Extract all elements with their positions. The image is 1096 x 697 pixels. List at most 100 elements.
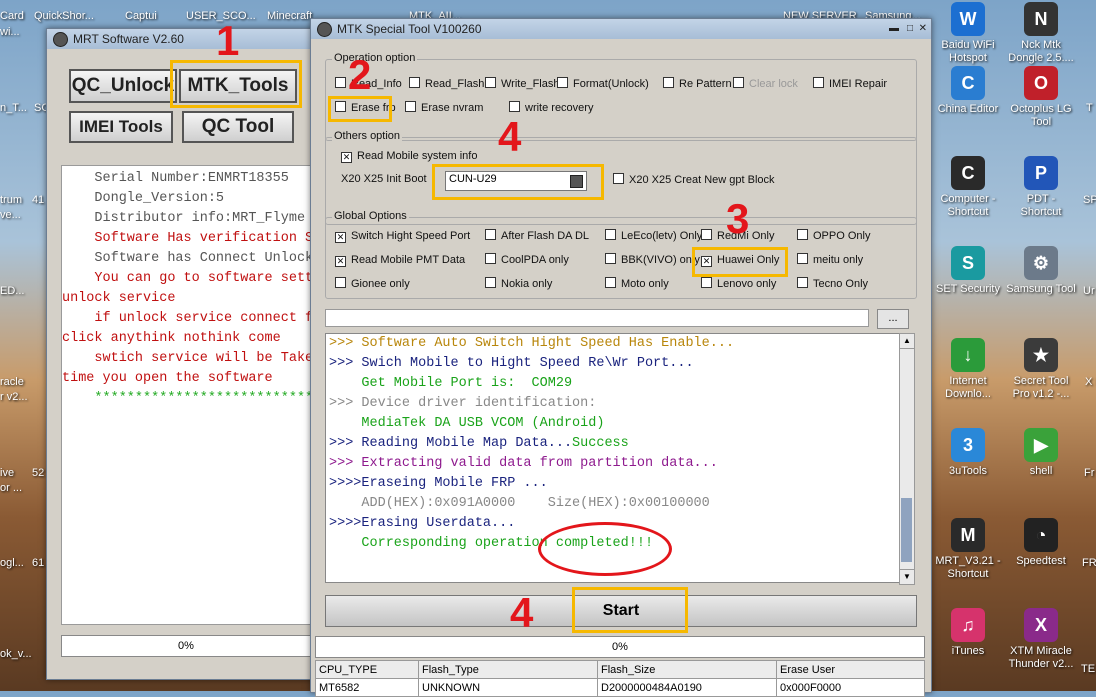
gpt-block-label: X20 X25 Creat New gpt Block <box>629 174 775 186</box>
desktop-icon[interactable]: O Octoplus LG Tool <box>1005 66 1077 129</box>
desktop-icon-label[interactable]: Card <box>0 10 24 22</box>
global-option-checkbox[interactable]: ✕ Switch Hight Speed Port <box>335 229 470 243</box>
global-option-checkbox[interactable]: Tecno Only <box>797 277 868 291</box>
browse-button[interactable]: ... <box>877 309 909 329</box>
global-option-checkbox[interactable]: Gionee only <box>335 277 410 291</box>
global-option-checkbox[interactable]: After Flash DA DL <box>485 229 589 243</box>
checkbox-icon <box>485 229 496 240</box>
desktop-icon-label[interactable]: r v2... <box>0 391 28 403</box>
table-cell: MT6582 <box>315 678 419 697</box>
minimize-icon[interactable]: ▬ <box>889 19 899 39</box>
desktop-icon[interactable]: P PDT - Shortcut <box>1005 156 1077 219</box>
qc-tool-button[interactable]: QC Tool <box>182 111 294 143</box>
operation-option-checkbox[interactable]: Read_Flash <box>409 77 484 91</box>
table-header: CPU_TYPE <box>315 660 419 679</box>
desktop-icon-label: Secret Tool Pro v1.2 -... <box>1012 375 1070 400</box>
info-line: You can go to software sett <box>62 271 314 286</box>
desktop-icon-label[interactable]: 52 <box>32 467 44 479</box>
checkbox-icon <box>485 277 496 288</box>
gpt-block-checkbox[interactable]: X20 X25 Creat New gpt Block <box>613 173 775 187</box>
operation-option-checkbox[interactable]: Re Pattern lo <box>663 77 743 91</box>
desktop-icon[interactable]: N Nck Mtk Dongle 2.5.... <box>1005 2 1077 65</box>
desktop-icon-label: SET Security <box>936 283 1000 295</box>
scroll-up-icon[interactable]: ▲ <box>900 334 914 349</box>
desktop-icon-label[interactable]: ok_v... <box>0 648 32 660</box>
operation-option-checkbox[interactable]: Format(Unlock) <box>557 77 649 91</box>
desktop-icon[interactable]: ↓ Internet Downlo... <box>932 338 1004 401</box>
operation-group: Operation option <box>325 52 917 141</box>
desktop-icon-label[interactable]: trum <box>0 194 22 206</box>
desktop-icon-label[interactable]: ogl... <box>0 557 24 569</box>
desktop-icon[interactable]: ⚙ Samsung Tool <box>1005 246 1077 296</box>
global-option-checkbox[interactable]: OPPO Only <box>797 229 870 243</box>
log-text: ADD(HEX):0x091A0000 Size(HEX):0x00100000 <box>329 496 710 511</box>
operation-option-checkbox[interactable]: Write_Flash <box>485 77 559 91</box>
log-scrollbar[interactable]: ▲ ▼ <box>899 333 915 585</box>
maximize-icon[interactable]: □ <box>907 19 913 39</box>
scroll-down-icon[interactable]: ▼ <box>900 569 914 584</box>
checkbox-icon: ✕ <box>335 256 346 267</box>
desktop-icon-label[interactable]: Minecraft <box>267 10 312 22</box>
operation-option-checkbox[interactable]: Erase nvram <box>405 101 483 115</box>
desktop-icon-label[interactable]: FR <box>1082 557 1096 569</box>
log-line: >>> Extracting valid data from partition… <box>329 454 903 474</box>
desktop-icon[interactable]: W Baidu WiFi Hotspot <box>932 2 1004 65</box>
desktop-icon-label[interactable]: 61 <box>32 557 44 569</box>
global-option-checkbox[interactable]: Nokia only <box>485 277 552 291</box>
desktop-icon-label[interactable]: n_T... <box>0 102 27 114</box>
close-icon[interactable]: ✕ <box>919 19 927 39</box>
path-input[interactable] <box>325 309 869 327</box>
desktop-icon-label[interactable]: ED... <box>0 285 24 297</box>
info-line: unlock service <box>62 291 176 306</box>
log-line: MediaTek DA USB VCOM (Android) <box>329 414 903 434</box>
global-option-checkbox[interactable]: meitu only <box>797 253 863 267</box>
global-option-checkbox[interactable]: BBK(VIVO) only <box>605 253 700 267</box>
desktop-icon[interactable]: S SET Security <box>932 246 1004 296</box>
desktop-icon-label: Computer - Shortcut <box>940 193 996 218</box>
desktop-app-icon: C <box>951 156 985 190</box>
checkbox-icon <box>605 229 616 240</box>
qc-unlock-button[interactable]: QC_Unlock <box>69 69 177 103</box>
operation-option-checkbox[interactable]: IMEI Repair <box>813 77 887 91</box>
desktop-icon-label[interactable]: or ... <box>0 482 22 494</box>
desktop-icon-label[interactable]: TE <box>1081 663 1095 675</box>
desktop-icon-label[interactable]: ve... <box>0 209 21 221</box>
log-text: >>> Extracting valid data from partition… <box>329 456 718 471</box>
desktop-icon[interactable]: ♫ iTunes <box>932 608 1004 658</box>
table-row[interactable]: MT6582 UNKNOWN D2000000484A0190 0x000F00… <box>315 678 925 697</box>
global-option-checkbox[interactable]: Lenovo only <box>701 277 776 291</box>
desktop-icon-label[interactable]: wi... <box>0 26 20 38</box>
global-option-checkbox[interactable]: LeEco(letv) Only <box>605 229 702 243</box>
desktop-icon-label[interactable]: Fr <box>1084 467 1094 479</box>
desktop-icon[interactable]: ▶ shell <box>1005 428 1077 478</box>
desktop-icon-label[interactable]: QuickShor... <box>34 10 94 22</box>
desktop-icon[interactable]: X XTM Miracle Thunder v2... <box>1005 608 1077 671</box>
desktop-icon-label[interactable]: X D <box>1085 376 1096 388</box>
operation-option-label: Format(Unlock) <box>573 78 649 90</box>
desktop-icon-label[interactable]: ive <box>0 467 14 479</box>
desktop-icon[interactable]: C China Editor <box>932 66 1004 116</box>
mrt-titlebar: MRT Software V2.60 <box>47 29 315 49</box>
desktop-icon-label[interactable]: racle <box>0 376 24 388</box>
mtk-progress-bar: 0% <box>315 636 925 658</box>
desktop-icon[interactable]: M MRT_V3.21 - Shortcut <box>932 518 1004 581</box>
desktop-icon-label[interactable]: SP <box>1083 194 1096 206</box>
desktop-icon-label[interactable]: 41 <box>32 194 44 206</box>
desktop-icon[interactable]: ◔ Speedtest <box>1005 518 1077 568</box>
desktop-icon[interactable]: ★ Secret Tool Pro v1.2 -... <box>1005 338 1077 401</box>
desktop-icon-label[interactable]: T <box>1086 102 1093 114</box>
desktop-icon-label[interactable]: Ur <box>1083 285 1095 297</box>
scroll-thumb[interactable] <box>901 498 912 562</box>
info-line: swtich service will be Take <box>62 351 314 366</box>
read-mobile-info-checkbox[interactable]: ✕ Read Mobile system info <box>341 149 477 163</box>
desktop-icon[interactable]: C Computer - Shortcut <box>932 156 1004 219</box>
desktop-icon-label[interactable]: Captui <box>125 10 157 22</box>
operation-option-checkbox[interactable]: Clear lock <box>733 77 798 91</box>
operation-option-checkbox[interactable]: write recovery <box>509 101 593 115</box>
checkbox-icon: ✕ <box>335 232 346 243</box>
global-option-checkbox[interactable]: CoolPDA only <box>485 253 569 267</box>
global-option-checkbox[interactable]: ✕ Read Mobile PMT Data <box>335 253 465 267</box>
imei-tools-button[interactable]: IMEI Tools <box>69 111 173 143</box>
global-option-checkbox[interactable]: Moto only <box>605 277 669 291</box>
desktop-icon[interactable]: 3 3uTools <box>932 428 1004 478</box>
